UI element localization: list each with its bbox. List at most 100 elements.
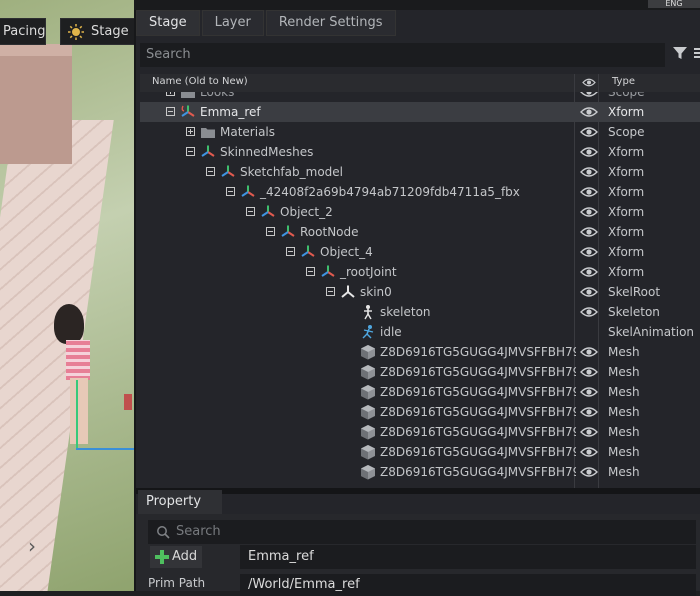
tree-row[interactable]: Object_4 Xform xyxy=(140,242,700,262)
collapse-icon[interactable] xyxy=(286,247,295,256)
property-panel: Search Add Emma_ref Prim Path /World/Emm… xyxy=(136,514,700,596)
tree-row-type: Skeleton xyxy=(608,305,660,319)
prim-path-label: Prim Path xyxy=(148,576,206,590)
prim-path-field[interactable]: /World/Emma_ref xyxy=(240,574,696,596)
tree-row-name-cell: Z8D6916TG5GUGG4JMVSFFBH79_ xyxy=(140,462,576,482)
tree-row-name-cell: Z8D6916TG5GUGG4JMVSFFBH79_ xyxy=(140,382,576,402)
column-type-header[interactable]: Type xyxy=(612,76,635,87)
visibility-eye-icon[interactable] xyxy=(580,125,598,139)
xform-icon xyxy=(201,145,215,157)
expand-icon[interactable] xyxy=(186,127,195,136)
collapse-icon[interactable] xyxy=(166,107,175,116)
property-search-input[interactable]: Search xyxy=(148,520,696,544)
tree-row[interactable]: skin0 SkelRoot xyxy=(140,282,700,302)
collapse-icon[interactable] xyxy=(326,287,335,296)
tree-row[interactable]: Z8D6916TG5GUGG4JMVSFFBH79_ Mesh xyxy=(140,442,700,462)
tree-row-name-cell: Object_4 xyxy=(140,242,576,262)
visibility-eye-icon[interactable] xyxy=(580,445,598,459)
language-indicator[interactable]: ENG xyxy=(648,0,700,8)
tree-row-name-cell: skin0 xyxy=(140,282,576,302)
collapse-icon[interactable] xyxy=(206,167,215,176)
tree-row[interactable]: Z8D6916TG5GUGG4JMVSFFBH79_ Mesh xyxy=(140,362,700,382)
collapse-icon[interactable] xyxy=(306,267,315,276)
visibility-eye-icon[interactable] xyxy=(580,145,598,159)
xform-icon xyxy=(301,245,315,257)
tree-row-name-cell: _rootJoint xyxy=(140,262,576,282)
chevron-right-icon[interactable]: › xyxy=(28,534,36,558)
tree-row[interactable]: Materials Scope xyxy=(140,122,700,142)
visibility-eye-icon[interactable] xyxy=(580,465,598,479)
pacing-button[interactable]: Pacing xyxy=(0,18,46,45)
tree-row-type: SkelAnimation xyxy=(608,325,695,339)
visibility-eye-icon[interactable] xyxy=(580,425,598,439)
stage-tree[interactable]: Looks Scope Emma_ref Xform Materials Scope Ski… xyxy=(140,92,700,492)
tree-row[interactable]: Looks Scope xyxy=(140,92,700,102)
mesh-icon xyxy=(361,345,375,360)
tree-row-label: Object_2 xyxy=(280,205,333,219)
tree-row-label: SkinnedMeshes xyxy=(220,145,314,159)
gizmo-handle[interactable] xyxy=(124,394,132,410)
sun-icon xyxy=(68,23,84,40)
tree-row-name-cell: Z8D6916TG5GUGG4JMVSFFBH79_ xyxy=(140,362,576,382)
gizmo-x-axis[interactable] xyxy=(76,448,134,450)
tree-row-type: Mesh xyxy=(608,465,640,479)
tab-layer[interactable]: Layer xyxy=(201,10,264,36)
tree-row[interactable]: RootNode Xform xyxy=(140,222,700,242)
tab-property[interactable]: Property xyxy=(138,490,222,514)
tree-row-type: SkelRoot xyxy=(608,285,661,299)
tree-row[interactable]: Z8D6916TG5GUGG4JMVSFFBH79_ Mesh xyxy=(140,342,700,362)
tree-row-name-cell: Object_2 xyxy=(140,202,576,222)
visibility-eye-icon[interactable] xyxy=(580,265,598,279)
tree-row[interactable]: _42408f2a69b4794ab71209fdb4711a5_fbx Xfor… xyxy=(140,182,700,202)
collapse-icon[interactable] xyxy=(186,147,195,156)
visibility-eye-icon[interactable] xyxy=(580,205,598,219)
visibility-eye-icon[interactable] xyxy=(580,385,598,399)
stage-lighting-button[interactable]: Stage xyxy=(60,18,134,45)
collapse-icon[interactable] xyxy=(246,207,255,216)
visibility-eye-icon[interactable] xyxy=(580,405,598,419)
visibility-eye-icon[interactable] xyxy=(580,365,598,379)
visibility-eye-icon[interactable] xyxy=(580,92,598,99)
tree-row[interactable]: Z8D6916TG5GUGG4JMVSFFBH79_ Mesh xyxy=(140,382,700,402)
tree-header: Name (Old to New) Type xyxy=(140,74,700,92)
tab-stage[interactable]: Stage xyxy=(136,10,200,36)
gizmo-y-axis[interactable] xyxy=(76,380,78,450)
prim-name-field[interactable]: Emma_ref xyxy=(240,545,696,569)
visibility-eye-icon[interactable] xyxy=(580,285,598,299)
visibility-eye-icon[interactable] xyxy=(580,105,598,119)
visibility-eye-icon[interactable] xyxy=(580,225,598,239)
tree-row[interactable]: _rootJoint Xform xyxy=(140,262,700,282)
tree-row[interactable]: idle SkelAnimation xyxy=(140,322,700,342)
tree-row[interactable]: skeleton Skeleton xyxy=(140,302,700,322)
tree-row-name-cell: _42408f2a69b4794ab71209fdb4711a5_fbx xyxy=(140,182,576,202)
collapse-icon[interactable] xyxy=(226,187,235,196)
visibility-eye-icon[interactable] xyxy=(580,305,598,319)
eye-column-icon xyxy=(582,78,596,87)
tree-row-type: Xform xyxy=(608,265,645,279)
visibility-eye-icon[interactable] xyxy=(580,165,598,179)
visibility-eye-icon[interactable] xyxy=(580,185,598,199)
tree-row[interactable]: Emma_ref Xform xyxy=(140,102,700,122)
expand-icon[interactable] xyxy=(166,92,175,96)
tree-row[interactable]: Sketchfab_model Xform xyxy=(140,162,700,182)
tree-row-label: Z8D6916TG5GUGG4JMVSFFBH79_ xyxy=(380,445,576,459)
tree-row[interactable]: Z8D6916TG5GUGG4JMVSFFBH79_ Mesh xyxy=(140,402,700,422)
visibility-eye-icon[interactable] xyxy=(580,345,598,359)
tree-row[interactable]: Z8D6916TG5GUGG4JMVSFFBH79_ Mesh xyxy=(140,462,700,482)
filter-icon[interactable] xyxy=(672,45,688,61)
tree-row[interactable]: SkinnedMeshes Xform xyxy=(140,142,700,162)
stage-search-input[interactable]: Search xyxy=(140,43,665,67)
tree-row-type: Xform xyxy=(608,145,645,159)
tree-row[interactable]: Object_2 Xform xyxy=(140,202,700,222)
menu-icon[interactable] xyxy=(694,46,700,60)
viewport[interactable]: Pacing Stage › xyxy=(0,0,134,591)
column-name-header[interactable]: Name (Old to New) xyxy=(152,76,248,87)
viewport-wall xyxy=(0,44,72,164)
tree-row-name-cell: Z8D6916TG5GUGG4JMVSFFBH79_ xyxy=(140,402,576,422)
tree-row-label: _rootJoint xyxy=(340,265,397,279)
collapse-icon[interactable] xyxy=(266,227,275,236)
tab-render-settings[interactable]: Render Settings xyxy=(265,10,396,36)
tree-row-name-cell: Z8D6916TG5GUGG4JMVSFFBH79_ xyxy=(140,342,576,362)
tree-row[interactable]: Z8D6916TG5GUGG4JMVSFFBH79_ Mesh xyxy=(140,422,700,442)
visibility-eye-icon[interactable] xyxy=(580,245,598,259)
